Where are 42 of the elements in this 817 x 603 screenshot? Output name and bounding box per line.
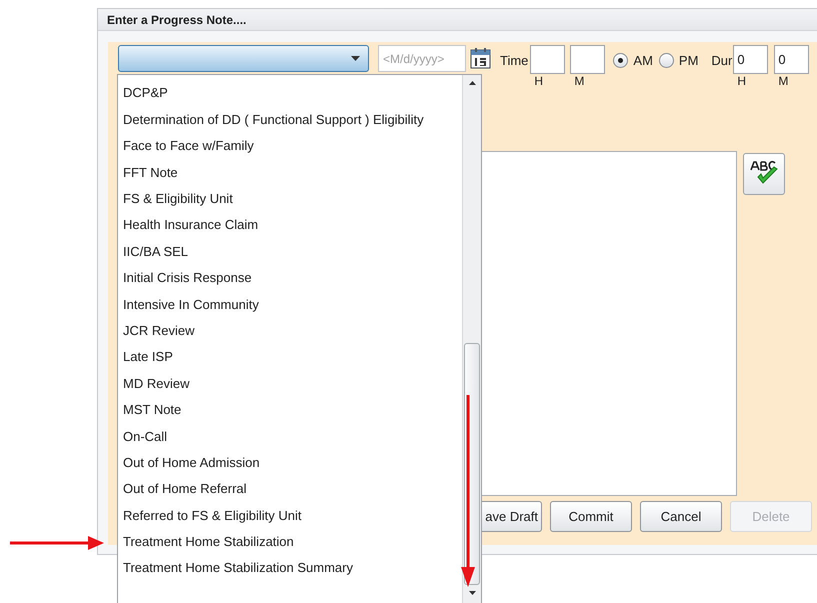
dropdown-option[interactable]: Treatment Home Stabilization Summary xyxy=(118,555,462,582)
dropdown-option[interactable]: Out of Home Admission xyxy=(118,449,462,476)
meridiem-radio[interactable]: AM xyxy=(613,51,653,70)
note-type-dropdown[interactable] xyxy=(118,45,369,72)
dropdown-option[interactable]: On-Call xyxy=(118,423,462,450)
time-label: Time xyxy=(500,52,528,70)
dropdown-option[interactable]: IIC/BA SEL xyxy=(118,238,462,265)
dropdown-option[interactable]: DCP&P xyxy=(118,80,462,106)
dropdown-option[interactable]: Face to Face w/Family xyxy=(118,132,462,160)
dropdown-option[interactable]: Determination of DD ( Functional Support ) Eligibility xyxy=(118,106,462,133)
dropdown-option[interactable]: MST Note xyxy=(118,396,462,424)
date-field[interactable]: <M/d/yyyy> xyxy=(378,45,466,72)
dropdown-option[interactable]: Treatment Home Stabilization xyxy=(118,528,462,556)
dropdown-option[interactable]: FS & Eligibility Unit xyxy=(118,186,462,212)
scroll-up-icon[interactable] xyxy=(468,81,476,85)
dropdown-option[interactable]: FFT Note xyxy=(118,159,462,186)
duration-hour-field[interactable]: 0 xyxy=(733,45,768,74)
dropdown-option[interactable]: Referred to FS & Eligibility Unit xyxy=(118,502,462,529)
meridiem-radio[interactable]: PM xyxy=(658,51,698,70)
dropdown-option[interactable]: MD Review xyxy=(118,370,462,397)
minute-field[interactable] xyxy=(570,45,606,74)
dropdown-option[interactable]: Out of Home Referral xyxy=(118,476,462,502)
scrollbar[interactable] xyxy=(462,75,481,603)
hour-caption: H xyxy=(737,74,746,88)
calendar-icon[interactable] xyxy=(470,48,491,69)
caret-icon xyxy=(351,56,360,61)
spell-check-button[interactable] xyxy=(743,153,785,195)
dialog-button[interactable]: Commit xyxy=(550,501,632,532)
duration-label: Dur xyxy=(711,52,732,70)
dropdown-option[interactable]: JCR Review xyxy=(118,318,462,344)
minute-caption: M xyxy=(778,74,788,88)
dropdown-option[interactable]: Initial Crisis Response xyxy=(118,264,462,292)
duration-minute-field[interactable]: 0 xyxy=(774,45,810,74)
dropdown-option[interactable]: Intensive In Community xyxy=(118,291,462,318)
dialog-button[interactable]: Cancel xyxy=(640,501,722,532)
hour-field[interactable] xyxy=(530,45,566,74)
minute-caption: M xyxy=(574,74,584,88)
dropdown-option[interactable]: Late ISP xyxy=(118,344,462,370)
dropdown-option[interactable]: Health Insurance Claim xyxy=(118,212,462,238)
hour-caption: H xyxy=(534,74,544,88)
dialog-title: Enter a Progress Note.... xyxy=(107,12,246,28)
scroll-down-icon[interactable] xyxy=(468,591,476,595)
